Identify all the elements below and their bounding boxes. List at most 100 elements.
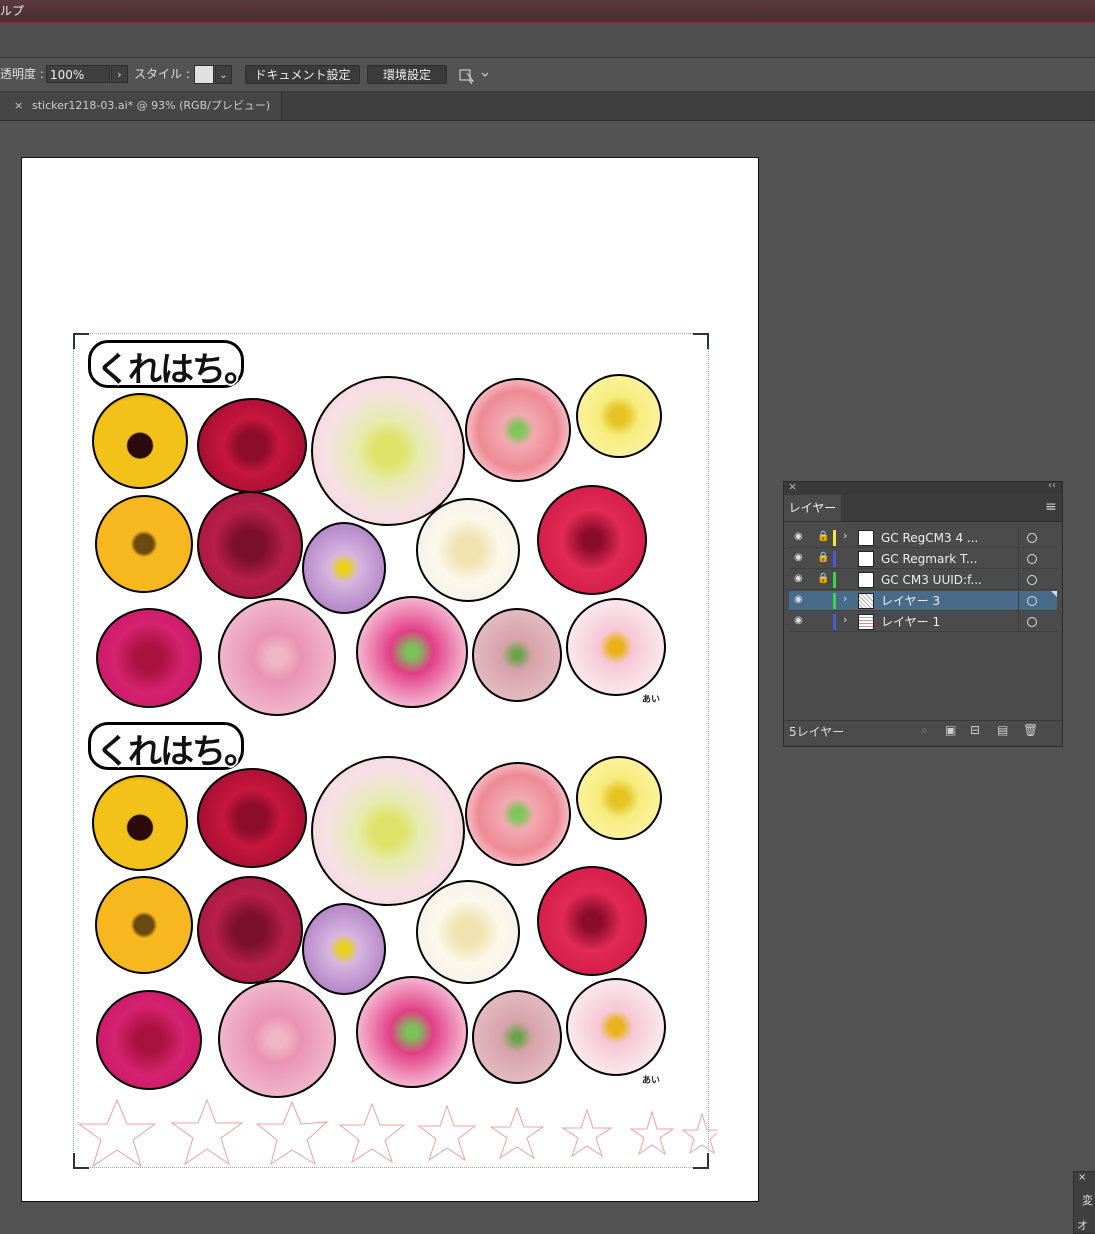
- layer-thumbnail: [858, 593, 874, 609]
- pansy-yellow-sticker[interactable]: [92, 775, 188, 871]
- dahlia-sticker[interactable]: [311, 756, 465, 906]
- daisy-white-sticker[interactable]: [566, 978, 666, 1076]
- rose-red-sticker[interactable]: [197, 398, 307, 493]
- visibility-eye-icon[interactable]: ◉: [794, 574, 806, 584]
- yellow-blossom-sticker[interactable]: [576, 374, 662, 458]
- transform-panel-tab[interactable]: 変: [1082, 1192, 1093, 1208]
- lock-icon[interactable]: 🔒: [817, 552, 829, 563]
- collapsed-panel: × 変 オ: [1073, 1171, 1095, 1234]
- crop-mark: [693, 333, 709, 349]
- title-sticker[interactable]: くれはち。: [96, 342, 258, 391]
- title-sticker[interactable]: くれはち。: [96, 724, 258, 773]
- pansy-dusty-sticker[interactable]: [472, 608, 562, 702]
- rose-white-sticker[interactable]: [416, 498, 520, 602]
- clipping-mask-icon[interactable]: ▣: [945, 723, 956, 737]
- layer-row[interactable]: ◉ › レイヤー 1: [789, 612, 1057, 632]
- layer-name[interactable]: GC CM3 UUID:f...: [881, 570, 982, 590]
- ranunculus-pink-sticker[interactable]: [96, 990, 202, 1090]
- rose-crimson-sticker[interactable]: [197, 491, 303, 599]
- star-outlines[interactable]: [77, 1098, 717, 1168]
- collapse-icon[interactable]: ‹‹: [1048, 480, 1056, 491]
- layer-row[interactable]: ◉ 🔒 GC Regmark T...: [789, 549, 1057, 569]
- gerbera-magenta-sticker[interactable]: [356, 976, 468, 1088]
- selection-indicator-icon: [1051, 591, 1057, 597]
- preferences-button[interactable]: 環境設定: [367, 65, 447, 84]
- chevron-down-icon[interactable]: ⌄: [215, 65, 232, 84]
- gerbera-light-sticker[interactable]: [218, 980, 336, 1098]
- arrange-documents-icon[interactable]: [458, 66, 489, 85]
- layer-name[interactable]: GC RegCM3 4 ...: [881, 528, 978, 548]
- yellow-daisy-sticker[interactable]: [95, 876, 193, 974]
- separator: [1018, 612, 1019, 632]
- visibility-eye-icon[interactable]: ◉: [794, 616, 806, 626]
- expand-arrow-icon[interactable]: ›: [843, 613, 847, 626]
- expand-arrow-icon[interactable]: ›: [843, 529, 847, 542]
- gerbera-magenta-sticker[interactable]: [356, 596, 468, 708]
- locate-object-icon[interactable]: ⌕: [921, 723, 928, 738]
- separator: [1018, 591, 1019, 611]
- close-icon[interactable]: ×: [14, 92, 23, 120]
- app-bar: [0, 23, 1095, 58]
- ranunculus-red-sticker[interactable]: [537, 485, 647, 595]
- star-icon: [629, 1110, 675, 1156]
- style-swatch[interactable]: [194, 65, 214, 84]
- document-tab[interactable]: × sticker1218-03.ai* @ 93% (RGB/プレビュー): [0, 92, 282, 120]
- trash-icon[interactable]: 🗑: [1023, 723, 1038, 737]
- target-circle-icon[interactable]: [1027, 617, 1037, 627]
- menu-item-help[interactable]: ルプ: [0, 0, 24, 22]
- visibility-eye-icon[interactable]: ◉: [794, 532, 806, 542]
- document-tab-bar: × sticker1218-03.ai* @ 93% (RGB/プレビュー): [0, 92, 1095, 121]
- panel-menu-icon[interactable]: ≡: [1045, 499, 1057, 515]
- layer-name[interactable]: レイヤー 1: [881, 612, 940, 632]
- other-panel-tab[interactable]: オ: [1077, 1217, 1088, 1233]
- opacity-arrow-button[interactable]: ›: [111, 65, 128, 83]
- layer-row[interactable]: ◉ 🔒 › GC RegCM3 4 ...: [789, 528, 1057, 548]
- layer-thumbnail: [858, 530, 874, 546]
- document-setup-button[interactable]: ドキュメント設定: [245, 65, 360, 84]
- close-icon[interactable]: ×: [788, 480, 797, 493]
- layer-color-bar: [833, 614, 836, 630]
- separator: [1018, 570, 1019, 590]
- daisy-white-sticker[interactable]: [566, 598, 666, 696]
- layers-panel: × ‹‹ レイヤー ≡ ◉ 🔒 › GC RegCM3 4 ... ◉ 🔒 GC…: [783, 480, 1063, 747]
- pansy-dusty-sticker[interactable]: [472, 990, 562, 1084]
- lock-icon[interactable]: 🔒: [817, 531, 829, 542]
- pansy-yellow-sticker[interactable]: [92, 393, 188, 489]
- layer-name[interactable]: GC Regmark T...: [881, 549, 977, 569]
- target-circle-icon[interactable]: [1027, 596, 1037, 606]
- star-icon: [170, 1098, 244, 1166]
- layer-row[interactable]: ◉ 🔒 GC CM3 UUID:f...: [789, 570, 1057, 590]
- yellow-blossom-sticker[interactable]: [576, 756, 662, 840]
- close-icon[interactable]: ×: [1078, 1172, 1086, 1183]
- pansy-violet-sticker[interactable]: [302, 903, 386, 995]
- yellow-daisy-sticker[interactable]: [95, 495, 193, 593]
- ranunculus-pink-sticker[interactable]: [96, 608, 202, 708]
- artboard[interactable]: くれはち。 くれはち。 あい あい: [21, 157, 759, 1202]
- pansy-violet-sticker[interactable]: [302, 522, 386, 614]
- rose-crimson-sticker[interactable]: [197, 876, 303, 984]
- layer-row-selected[interactable]: ◉ › レイヤー 3: [789, 591, 1057, 611]
- visibility-eye-icon[interactable]: ◉: [794, 595, 806, 605]
- style-label: スタイル :: [134, 67, 190, 81]
- visibility-eye-icon[interactable]: ◉: [794, 553, 806, 563]
- new-layer-icon[interactable]: ▤: [997, 723, 1008, 737]
- target-circle-icon[interactable]: [1027, 575, 1037, 585]
- target-circle-icon[interactable]: [1027, 554, 1037, 564]
- expand-arrow-icon[interactable]: ›: [843, 592, 847, 605]
- star-icon: [338, 1102, 406, 1164]
- gerbera-light-sticker[interactable]: [218, 598, 336, 716]
- target-circle-icon[interactable]: [1027, 533, 1037, 543]
- panel-footer: 5レイヤー ⌕ ▣ ⊟ ▤ 🗑: [784, 720, 1062, 741]
- rose-red-sticker[interactable]: [197, 768, 307, 868]
- gerbera-pink-sticker[interactable]: [465, 762, 571, 866]
- tab-layers[interactable]: レイヤー: [784, 495, 841, 521]
- gerbera-pink-sticker[interactable]: [465, 378, 571, 482]
- layer-name[interactable]: レイヤー 3: [881, 591, 940, 611]
- new-sublayer-icon[interactable]: ⊟: [970, 723, 980, 737]
- ranunculus-red-sticker[interactable]: [537, 866, 647, 976]
- lock-icon[interactable]: 🔒: [817, 573, 829, 584]
- document-tab-title: sticker1218-03.ai* @ 93% (RGB/プレビュー): [32, 99, 271, 112]
- opacity-input[interactable]: 100%: [46, 65, 110, 83]
- rose-white-sticker[interactable]: [416, 880, 520, 984]
- separator: [1018, 528, 1019, 548]
